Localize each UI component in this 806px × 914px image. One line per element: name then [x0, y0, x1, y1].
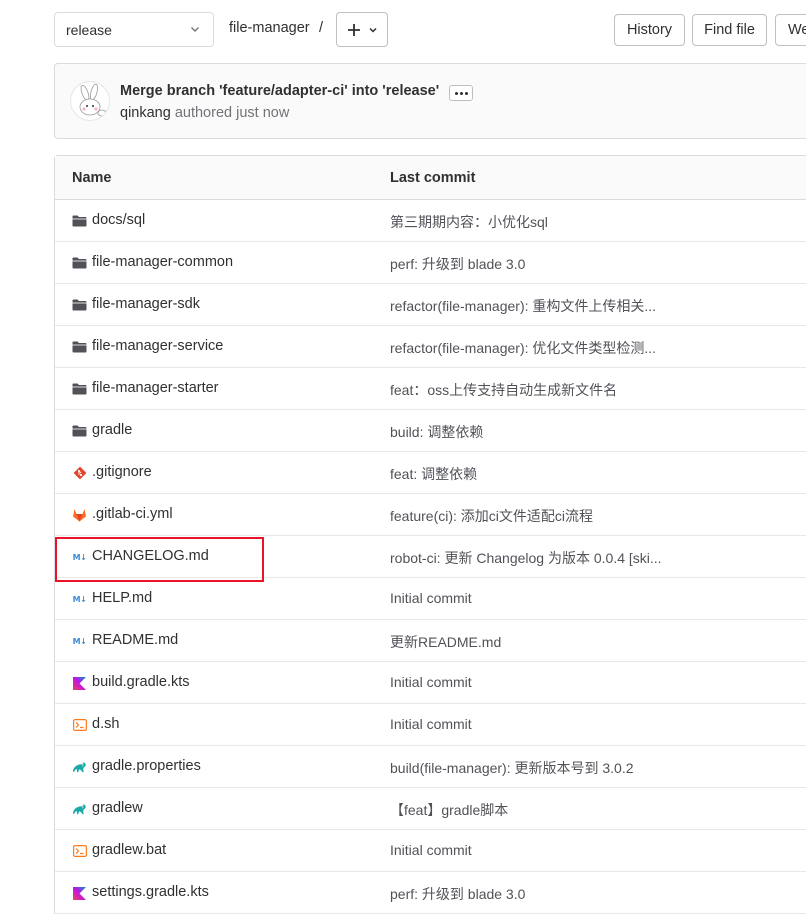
last-commit-message[interactable]: robot-ci: 更新 Changelog 为版本 0.0.4 [ski...	[390, 548, 662, 568]
repo-toolbar: release file-manager / History Find file…	[0, 0, 806, 60]
last-commit-message[interactable]: Initial commit	[390, 590, 472, 606]
terminal-icon	[72, 844, 87, 858]
add-to-tree-button[interactable]	[336, 12, 388, 47]
kotlin-icon	[72, 676, 87, 690]
last-commit-message[interactable]: feature(ci): 添加ci文件适配ci流程	[390, 506, 593, 526]
table-row[interactable]: file-manager-sdk refactor(file-manager): …	[55, 284, 806, 326]
branch-selector[interactable]: release	[54, 12, 214, 47]
file-name-link[interactable]: d.sh	[92, 716, 119, 732]
gradle-icon	[72, 760, 87, 774]
file-name-link[interactable]: file-manager-common	[92, 254, 233, 270]
file-name-link[interactable]: gradlew	[92, 800, 143, 816]
table-row[interactable]: .gitignore feat: 调整依赖	[55, 452, 806, 494]
plus-icon	[347, 23, 360, 36]
web-ide-button[interactable]: Web IDE	[775, 14, 806, 46]
file-name-link[interactable]: gradlew.bat	[92, 842, 166, 858]
last-commit-message[interactable]: Initial commit	[390, 842, 472, 858]
breadcrumb-project[interactable]: file-manager	[229, 20, 310, 36]
table-row[interactable]: build.gradle.kts Initial commit	[55, 662, 806, 704]
terminal-icon	[72, 718, 87, 732]
last-commit-panel: Merge branch 'feature/adapter-ci' into '…	[54, 63, 806, 139]
file-name-link[interactable]: .gitignore	[92, 464, 152, 480]
table-row[interactable]: M↓ HELP.md Initial commit	[55, 578, 806, 620]
last-commit-message[interactable]: perf: 升级到 blade 3.0	[390, 254, 525, 274]
folder-icon	[72, 214, 87, 228]
table-row[interactable]: M↓ CHANGELOG.md robot-ci: 更新 Changelog 为版本…	[55, 536, 806, 578]
last-commit-message[interactable]: Initial commit	[390, 716, 472, 732]
table-row[interactable]: file-manager-service refactor(file-manage…	[55, 326, 806, 368]
table-row[interactable]: d.sh Initial commit	[55, 704, 806, 746]
last-commit-message[interactable]: Initial commit	[390, 674, 472, 690]
history-button[interactable]: History	[614, 14, 685, 46]
table-body: docs/sql 第三期期内容：小优化sql file-manager-common…	[55, 200, 806, 914]
commit-author[interactable]: qinkang	[120, 105, 171, 121]
folder-icon	[72, 340, 87, 354]
last-commit-message[interactable]: feat: 调整依赖	[390, 464, 477, 484]
table-row[interactable]: M↓ README.md 更新README.md	[55, 620, 806, 662]
table-row[interactable]: gradlew 【feat】gradle脚本	[55, 788, 806, 830]
git-icon	[72, 466, 87, 480]
table-row[interactable]: file-manager-starter feat：oss上传支持自动生成新文件名	[55, 368, 806, 410]
last-commit-message[interactable]: refactor(file-manager): 重构文件上传相关...	[390, 296, 656, 316]
folder-icon	[72, 298, 87, 312]
table-row[interactable]: file-manager-common perf: 升级到 blade 3.0	[55, 242, 806, 284]
toggle-description-button[interactable]	[449, 85, 473, 101]
file-name-link[interactable]: CHANGELOG.md	[92, 548, 209, 564]
table-header: Name Last commit	[55, 156, 806, 200]
last-commit-message[interactable]: 【feat】gradle脚本	[390, 800, 508, 820]
column-header-name: Name	[72, 170, 112, 186]
file-name-link[interactable]: docs/sql	[92, 212, 145, 228]
table-row[interactable]: docs/sql 第三期期内容：小优化sql	[55, 200, 806, 242]
markdown-icon: M↓	[72, 636, 87, 646]
file-name-link[interactable]: file-manager-sdk	[92, 296, 200, 312]
file-name-link[interactable]: .gitlab-ci.yml	[92, 506, 173, 522]
table-row[interactable]: .gitlab-ci.yml feature(ci): 添加ci文件适配ci流程	[55, 494, 806, 536]
file-name-link[interactable]: gradle	[92, 422, 132, 438]
table-row[interactable]: gradlew.bat Initial commit	[55, 830, 806, 872]
last-commit-message[interactable]: refactor(file-manager): 优化文件类型检测...	[390, 338, 656, 358]
last-commit-message[interactable]: 更新README.md	[390, 632, 501, 652]
table-row[interactable]: gradle.properties build(file-manager): 更新…	[55, 746, 806, 788]
last-commit-message[interactable]: feat：oss上传支持自动生成新文件名	[390, 380, 617, 400]
file-tree-table: Name Last commit docs/sql 第三期期内容：小优化sql fi…	[54, 155, 806, 914]
folder-icon	[72, 382, 87, 396]
markdown-icon: M↓	[72, 552, 87, 562]
last-commit-message[interactable]: build(file-manager): 更新版本号到 3.0.2	[390, 758, 634, 778]
file-name-link[interactable]: HELP.md	[92, 590, 152, 606]
file-name-link[interactable]: gradle.properties	[92, 758, 201, 774]
commit-meta: qinkang authored just now	[120, 105, 289, 121]
file-name-link[interactable]: build.gradle.kts	[92, 674, 190, 690]
commit-time: authored just now	[170, 105, 290, 121]
gitlab-icon	[72, 508, 87, 522]
breadcrumb-separator: /	[319, 20, 324, 36]
folder-icon	[72, 256, 87, 270]
find-file-button[interactable]: Find file	[692, 14, 767, 46]
kotlin-icon	[72, 886, 87, 900]
last-commit-message[interactable]: 第三期期内容：小优化sql	[390, 212, 548, 232]
branch-name: release	[66, 21, 112, 38]
chevron-down-icon	[191, 27, 199, 32]
last-commit-message[interactable]: build: 调整依赖	[390, 422, 483, 442]
folder-icon	[72, 424, 87, 438]
column-header-last-commit: Last commit	[390, 170, 476, 186]
commit-title[interactable]: Merge branch 'feature/adapter-ci' into '…	[120, 83, 439, 99]
file-name-link[interactable]: file-manager-starter	[92, 380, 219, 396]
chevron-down-icon	[368, 27, 377, 33]
table-row[interactable]: gradle build: 调整依赖	[55, 410, 806, 452]
gradle-icon	[72, 802, 87, 816]
markdown-icon: M↓	[72, 594, 87, 604]
file-name-link[interactable]: settings.gradle.kts	[92, 884, 209, 900]
table-row[interactable]: settings.gradle.kts perf: 升级到 blade 3.0	[55, 872, 806, 914]
rabbit-avatar-icon	[79, 83, 107, 117]
avatar[interactable]	[70, 81, 110, 121]
file-name-link[interactable]: file-manager-service	[92, 338, 223, 354]
file-name-link[interactable]: README.md	[92, 632, 178, 648]
last-commit-message[interactable]: perf: 升级到 blade 3.0	[390, 884, 525, 904]
